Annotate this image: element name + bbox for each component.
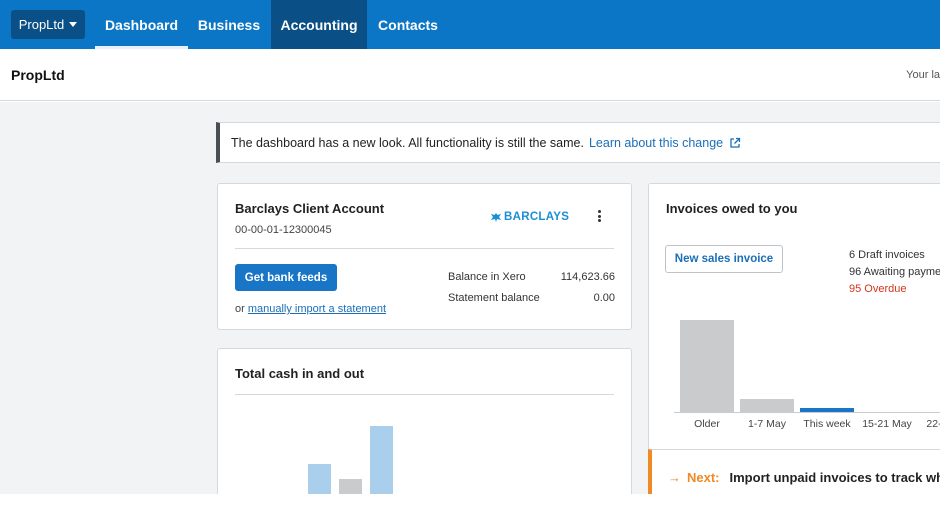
barclays-logo: BARCLAYS bbox=[490, 211, 569, 223]
page-footer-area bbox=[0, 494, 940, 528]
eagle-icon bbox=[491, 212, 501, 222]
next-step-banner[interactable]: → Next: Import unpaid invoices to track … bbox=[648, 449, 940, 494]
page-header: PropLtd Your la bbox=[0, 49, 940, 101]
x-tick-label: 1-7 May bbox=[748, 418, 786, 430]
x-tick-label: 22- bbox=[926, 418, 940, 430]
notice-banner: The dashboard has a new look. All functi… bbox=[216, 122, 940, 163]
manual-import-link[interactable]: manually import a statement bbox=[248, 303, 386, 315]
notice-text: The dashboard has a new look. All functi… bbox=[231, 135, 584, 150]
nav-tab-accounting[interactable]: Accounting bbox=[271, 0, 367, 49]
next-label: Next: bbox=[687, 469, 720, 485]
cash-chart bbox=[218, 349, 633, 494]
manual-import-text: or manually import a statement bbox=[235, 303, 386, 315]
nav-tab-business[interactable]: Business bbox=[190, 0, 268, 49]
cash-in-out-card: Total cash in and out bbox=[217, 348, 632, 494]
cash-out-bar[interactable] bbox=[339, 478, 362, 494]
arrow-right-icon: → bbox=[668, 469, 681, 485]
next-step-text: Import unpaid invoices to track wh bbox=[729, 469, 940, 485]
nav-tab-contacts[interactable]: Contacts bbox=[369, 0, 447, 49]
page-title: PropLtd bbox=[11, 67, 65, 83]
nav-tab-dashboard[interactable]: Dashboard bbox=[95, 0, 188, 49]
chart-axis bbox=[674, 412, 940, 413]
balance-in-xero-label: Balance in Xero bbox=[448, 271, 526, 283]
statement-balance-label: Statement balance bbox=[448, 292, 540, 304]
org-switcher-label: PropLtd bbox=[18, 17, 65, 32]
statement-balance-value: 0.00 bbox=[593, 292, 615, 304]
external-link-icon[interactable] bbox=[729, 137, 741, 149]
cash-in-bar[interactable] bbox=[308, 464, 331, 494]
cash-in-bar[interactable] bbox=[370, 425, 393, 494]
balance-in-xero-value: 114,623.66 bbox=[560, 271, 615, 283]
bank-account-number: 00-00-01-12300045 bbox=[235, 224, 332, 236]
barclays-logo-text: BARCLAYS bbox=[504, 211, 570, 223]
caret-down-icon bbox=[69, 22, 78, 27]
x-tick-label: Older bbox=[694, 418, 720, 430]
divider bbox=[235, 248, 614, 249]
manual-import-prefix: or bbox=[235, 303, 245, 315]
invoice-bar[interactable] bbox=[740, 399, 794, 412]
org-switcher-button[interactable]: PropLtd bbox=[11, 10, 85, 39]
bank-account-name[interactable]: Barclays Client Account bbox=[235, 201, 384, 216]
learn-more-link[interactable]: Learn about this change bbox=[589, 136, 723, 150]
more-options-icon[interactable] bbox=[594, 208, 604, 224]
invoice-bar[interactable] bbox=[680, 320, 734, 412]
invoices-owed-card: Invoices owed to you New sales invoice 6… bbox=[648, 183, 940, 494]
x-tick-label: This week bbox=[803, 418, 851, 430]
header-right-link[interactable]: Your la bbox=[906, 69, 940, 81]
x-tick-label: 15-21 May bbox=[862, 418, 912, 430]
top-nav: PropLtd Dashboard Business Accounting Co… bbox=[0, 0, 940, 49]
invoice-chart bbox=[649, 184, 940, 494]
bank-account-card: Barclays Client Account 00-00-01-1230004… bbox=[217, 183, 632, 330]
dashboard-content: The dashboard has a new look. All functi… bbox=[0, 102, 940, 494]
get-bank-feeds-button[interactable]: Get bank feeds bbox=[235, 264, 337, 291]
